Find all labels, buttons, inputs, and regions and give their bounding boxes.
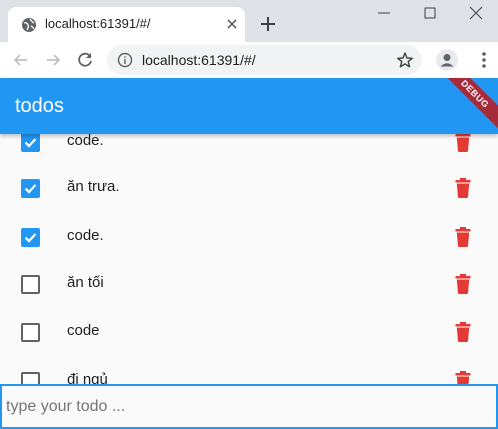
address-bar[interactable]: localhost:61391/#/ [107,45,422,75]
todo-text: đi ngủ [67,371,108,384]
todo-input[interactable] [4,388,494,425]
more-vert-icon[interactable] [474,50,494,70]
list-item[interactable]: ăn trưa. [0,164,498,212]
window-close-icon[interactable] [467,4,485,22]
list-item[interactable]: ăn tối [0,260,498,308]
info-icon[interactable] [117,52,133,68]
minimize-icon[interactable] [375,4,393,22]
checkbox-unchecked-icon[interactable] [21,323,40,342]
todo-input-container [0,384,498,429]
checkbox-unchecked-icon[interactable] [21,372,40,384]
browser-toolbar: localhost:61391/#/ [0,42,498,78]
close-icon[interactable] [224,16,240,32]
todo-text: ăn trưa. [67,178,120,195]
list-item[interactable]: code. [0,213,498,261]
account-icon[interactable] [436,49,458,71]
url-text[interactable]: localhost:61391/#/ [142,52,256,68]
trash-icon[interactable] [455,274,471,294]
list-item[interactable]: đi ngủ [0,357,498,384]
star-icon[interactable] [396,51,414,69]
todo-text: code. [67,227,104,244]
plus-icon[interactable] [258,14,278,34]
checkbox-checked-icon[interactable] [21,134,40,152]
trash-icon[interactable] [455,178,471,198]
tab-title: localhost:61391/#/ [45,16,151,31]
checkbox-unchecked-icon[interactable] [21,275,40,294]
checkbox-checked-icon[interactable] [21,179,40,198]
trash-icon[interactable] [455,134,471,152]
checkbox-checked-icon[interactable] [21,228,40,247]
trash-icon[interactable] [455,322,471,342]
todo-text: ăn tối [67,274,104,291]
trash-icon[interactable] [455,227,471,247]
list-item[interactable]: code [0,308,498,356]
browser-tab[interactable]: localhost:61391/#/ [8,7,245,42]
globe-icon [22,18,36,32]
page-title: todos [15,95,64,117]
todo-list: code. ăn trưa. code. ăn tối code đi ngủ [0,134,498,384]
arrow-right-icon[interactable] [43,50,63,70]
reload-icon[interactable] [75,50,95,70]
arrow-left-icon[interactable] [11,50,31,70]
trash-icon[interactable] [455,371,471,384]
list-item[interactable]: code. [0,134,498,166]
todo-text: code. [67,134,104,149]
app-bar: todos DEBUG [0,78,498,134]
maximize-icon[interactable] [421,4,439,22]
debug-banner: DEBUG [430,78,498,134]
browser-tab-bar: localhost:61391/#/ [0,0,498,42]
todo-text: code [67,322,100,339]
